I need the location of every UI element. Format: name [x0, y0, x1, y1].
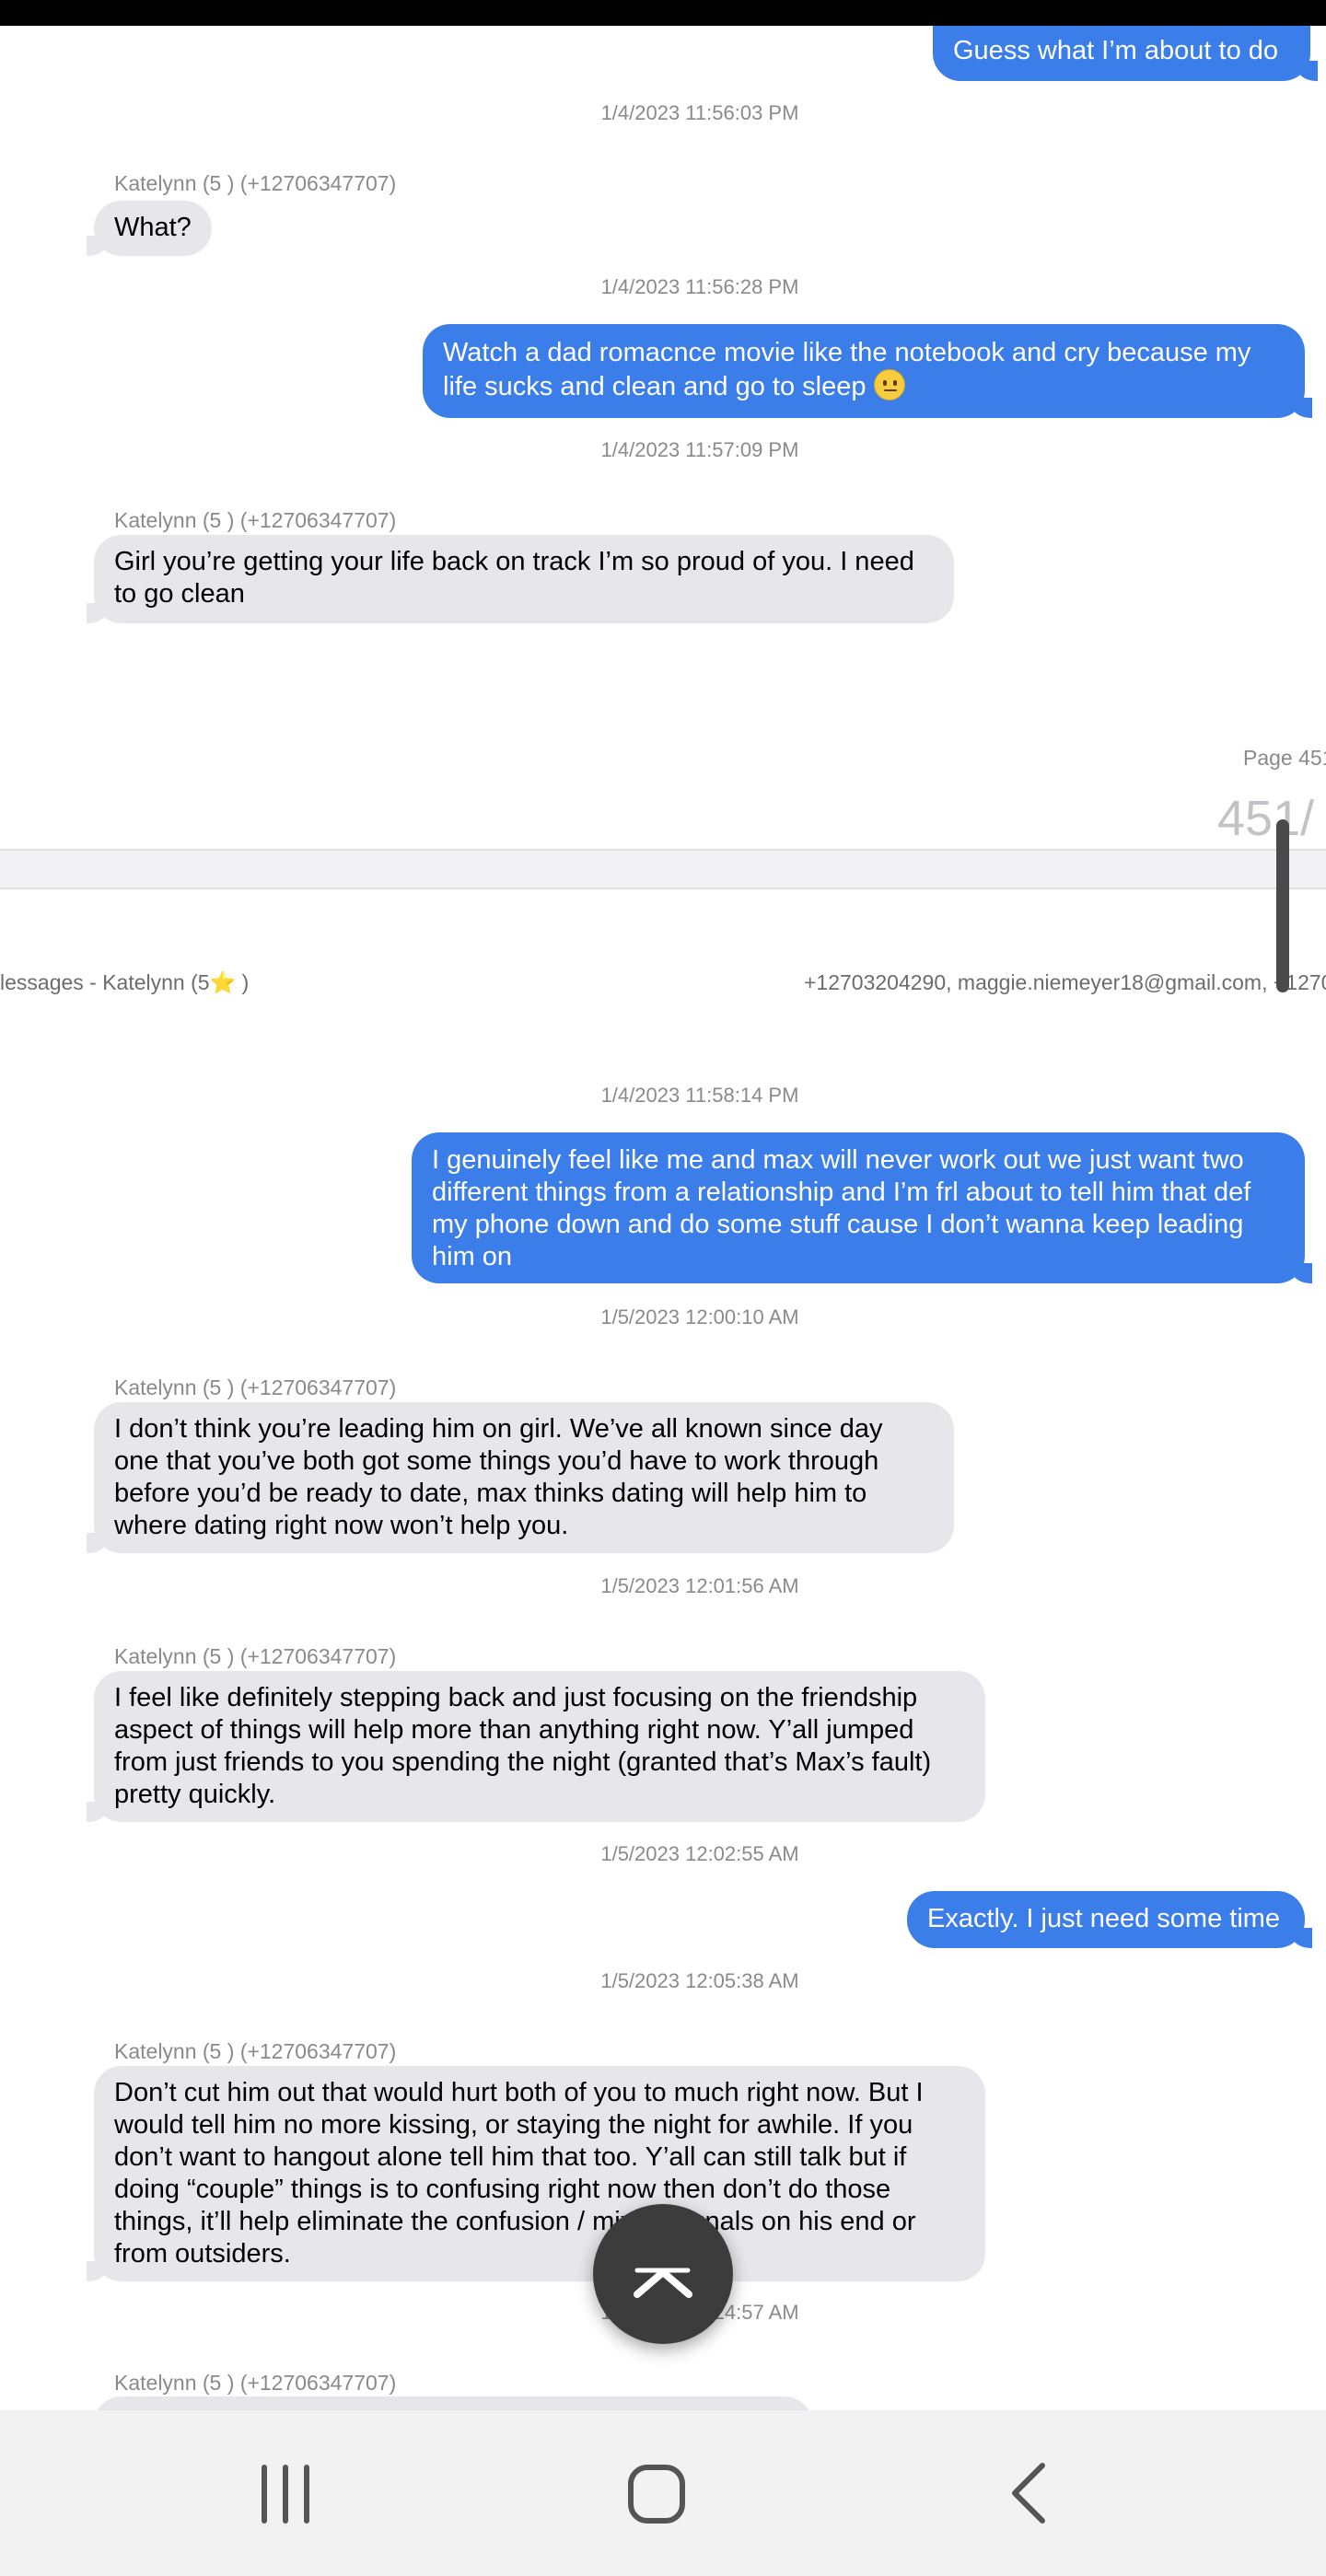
message-timestamp: 1/4/2023 11:56:28 PM: [600, 275, 799, 298]
incoming-message: Don’t cut him out that would hurt both o…: [87, 2066, 985, 2281]
star-icon: ⭐: [209, 970, 237, 994]
sender-name: Katelynn (5 ) (+12706347707): [114, 2039, 397, 2063]
conversation-participants: +12703204290, maggie.niemeyer18@gmail.co…: [804, 970, 1326, 994]
outgoing-message: Watch a dad romacnce movie like the note…: [423, 324, 1312, 418]
slightly-smiling-face-emoji-icon: [873, 369, 905, 400]
recent-apps-button[interactable]: [239, 2447, 332, 2539]
outgoing-message: I genuinely feel like me and max will ne…: [412, 1132, 1312, 1283]
outgoing-message: Exactly. I just need some time: [907, 1891, 1312, 1948]
incoming-message: Girl you’re getting your life back on tr…: [87, 535, 954, 623]
status-bar: [0, 0, 1326, 26]
message-timestamp: 1/5/2023 12:00:10 AM: [600, 1305, 799, 1329]
conversation-title-text: lessages - Katelynn (5: [0, 970, 210, 994]
home-icon: [628, 2465, 685, 2524]
home-button[interactable]: [611, 2447, 703, 2539]
chevron-up-icon: [634, 2268, 692, 2298]
message-timestamp: 1/4/2023 11:57:09 PM: [600, 438, 799, 461]
page-separator: [0, 849, 1326, 889]
back-icon: [1012, 2463, 1045, 2524]
back-button[interactable]: [982, 2447, 1074, 2539]
scroll-to-top-button[interactable]: [593, 2204, 733, 2344]
incoming-message: I don’t think you’re leading him on girl…: [87, 1402, 954, 1553]
recent-apps-icon: [262, 2465, 309, 2524]
incoming-message: What?: [87, 201, 212, 256]
page-label: Page 451: [1243, 746, 1326, 770]
sender-name: Katelynn (5 ) (+12706347707): [114, 508, 397, 532]
sender-name: Katelynn (5 ) (+12706347707): [114, 171, 397, 195]
incoming-message: I feel like definitely stepping back and…: [87, 1671, 985, 1822]
message-text: Watch a dad romacnce movie like the note…: [443, 338, 1251, 401]
sender-name: Katelynn (5 ) (+12706347707): [114, 1375, 397, 1399]
message-timestamp: 1/4/2023 11:56:03 PM: [600, 101, 799, 124]
conversation-title-close: ): [236, 970, 250, 994]
page-number: 451/: [1217, 791, 1315, 846]
message-timestamp: 1/5/2023 12:01:56 AM: [600, 1574, 799, 1597]
sender-name: Katelynn (5 ) (+12706347707): [114, 2371, 397, 2395]
message-timestamp: 1/5/2023 12:05:38 AM: [600, 1969, 799, 1992]
navigation-bar: [0, 2410, 1326, 2576]
message-timestamp: 1/4/2023 11:58:14 PM: [600, 1084, 799, 1107]
outgoing-message: Guess what I’m about to do: [933, 26, 1318, 81]
message-timestamp: 1/5/2023 12:02:55 AM: [600, 1842, 799, 1865]
conversation-title: lessages - Katelynn (5⭐ ): [0, 970, 249, 995]
sender-name: Katelynn (5 ) (+12706347707): [114, 1644, 397, 1668]
scrollbar-thumb[interactable]: [1276, 819, 1289, 992]
